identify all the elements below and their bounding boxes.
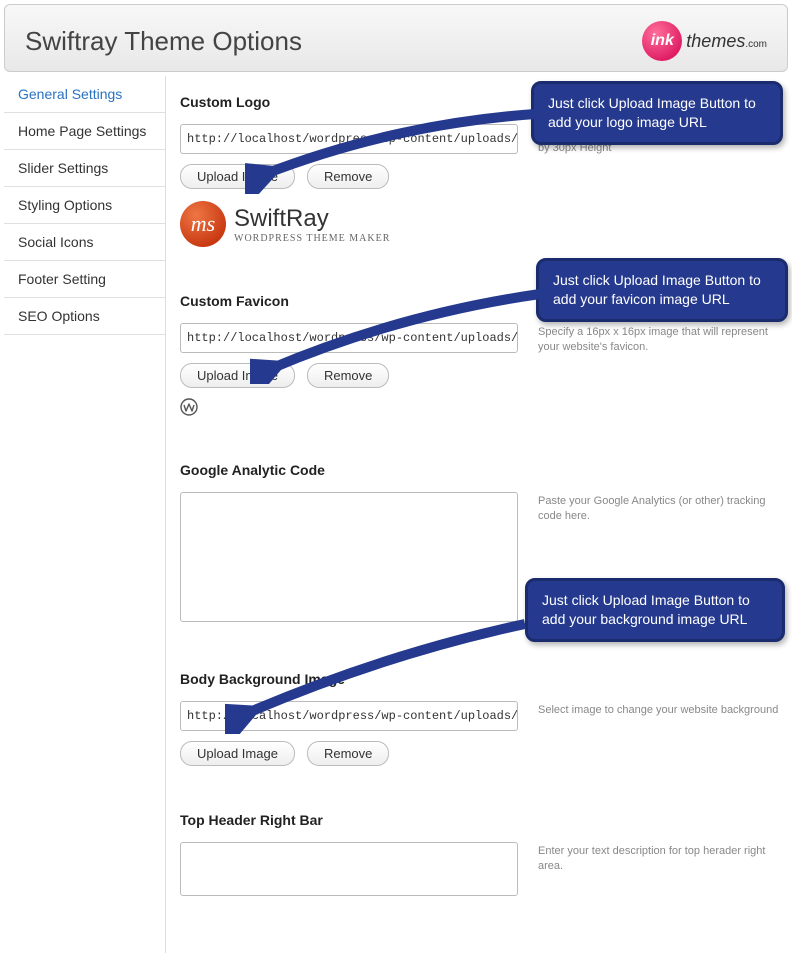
brand-logo-text: themes.com [686, 31, 767, 52]
section-title-topbar: Top Header Right Bar [180, 800, 784, 842]
sidebar-item-social-icons[interactable]: Social Icons [4, 224, 165, 261]
bodybg-url-input[interactable]: http://localhost/wordpress/wp-content/up… [180, 701, 518, 731]
upload-image-button-favicon[interactable]: Upload Image [180, 363, 295, 388]
sidebar-item-home-page-settings[interactable]: Home Page Settings [4, 113, 165, 150]
brand-logo-circle: ink [642, 21, 682, 61]
bodybg-help-text: Select image to change your website back… [538, 701, 784, 718]
page-title: Swiftray Theme Options [25, 26, 302, 57]
analytics-help-text: Paste your Google Analytics (or other) t… [538, 492, 784, 525]
sidebar-item-general-settings[interactable]: General Settings [4, 76, 165, 113]
logo-preview-badge: ms [180, 201, 226, 247]
remove-button-logo[interactable]: Remove [307, 164, 389, 189]
topbar-textarea[interactable] [180, 842, 518, 896]
page-header: Swiftray Theme Options ink themes.com [4, 4, 788, 72]
topbar-help-text: Enter your text description for top hera… [538, 842, 784, 875]
upload-image-button-bodybg[interactable]: Upload Image [180, 741, 295, 766]
sidebar-item-seo-options[interactable]: SEO Options [4, 298, 165, 335]
logo-preview: ms SwiftRay Wordpress Theme Maker [180, 201, 518, 247]
callout-favicon: Just click Upload Image Button to add yo… [536, 258, 788, 322]
sidebar-item-slider-settings[interactable]: Slider Settings [4, 150, 165, 187]
section-title-bodybg: Body Background Image [180, 659, 784, 701]
section-topbar: Top Header Right Bar Enter your text des… [180, 800, 784, 899]
sidebar-item-styling-options[interactable]: Styling Options [4, 187, 165, 224]
sidebar: General SettingsHome Page SettingsSlider… [4, 76, 166, 953]
main-content: Custom Logo http://localhost/wordpress/w… [166, 76, 792, 953]
logo-preview-text: SwiftRay [234, 205, 390, 233]
callout-bodybg: Just click Upload Image Button to add yo… [525, 578, 785, 642]
favicon-help-text: Specify a 16px x 16px image that will re… [538, 323, 784, 356]
callout-logo: Just click Upload Image Button to add yo… [531, 81, 783, 145]
section-title-analytics: Google Analytic Code [180, 450, 784, 492]
favicon-preview-icon [180, 398, 518, 416]
remove-button-bodybg[interactable]: Remove [307, 741, 389, 766]
section-body-background: Body Background Image http://localhost/w… [180, 659, 784, 766]
logo-preview-subtext: Wordpress Theme Maker [234, 233, 390, 244]
upload-image-button-logo[interactable]: Upload Image [180, 164, 295, 189]
logo-url-input[interactable]: http://localhost/wordpress/wp-content/up… [180, 124, 518, 154]
favicon-url-input[interactable]: http://localhost/wordpress/wp-content/up… [180, 323, 518, 353]
sidebar-item-footer-setting[interactable]: Footer Setting [4, 261, 165, 298]
brand-logo: ink themes.com [642, 21, 767, 61]
remove-button-favicon[interactable]: Remove [307, 363, 389, 388]
analytics-code-textarea[interactable] [180, 492, 518, 622]
